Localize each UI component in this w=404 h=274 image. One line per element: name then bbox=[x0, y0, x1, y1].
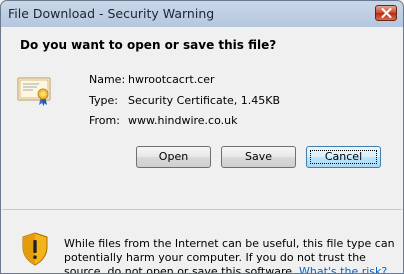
warning-footer: While files from the Internet can be use… bbox=[2, 210, 402, 273]
cancel-button[interactable]: Cancel bbox=[306, 146, 381, 168]
title-bar[interactable]: File Download - Security Warning bbox=[1, 1, 403, 27]
file-download-dialog: File Download - Security Warning Do you … bbox=[0, 0, 404, 274]
from-value: www.hindwire.co.uk bbox=[128, 114, 238, 127]
whats-the-risk-link[interactable]: What's the risk? bbox=[299, 265, 387, 273]
warning-message: While files from the Internet can be use… bbox=[64, 237, 396, 273]
dialog-question: Do you want to open or save this file? bbox=[20, 38, 277, 52]
close-button[interactable] bbox=[375, 5, 397, 21]
name-value: hwrootcacrt.cer bbox=[128, 73, 215, 86]
dialog-content: Do you want to open or save this file? N… bbox=[2, 27, 402, 273]
close-icon bbox=[381, 8, 392, 18]
window-title: File Download - Security Warning bbox=[8, 6, 215, 21]
shield-warning-icon bbox=[22, 232, 48, 266]
open-button[interactable]: Open bbox=[136, 146, 211, 168]
type-value: Security Certificate, 1.45KB bbox=[128, 94, 281, 107]
certificate-icon bbox=[17, 77, 51, 106]
save-button[interactable]: Save bbox=[221, 146, 296, 168]
